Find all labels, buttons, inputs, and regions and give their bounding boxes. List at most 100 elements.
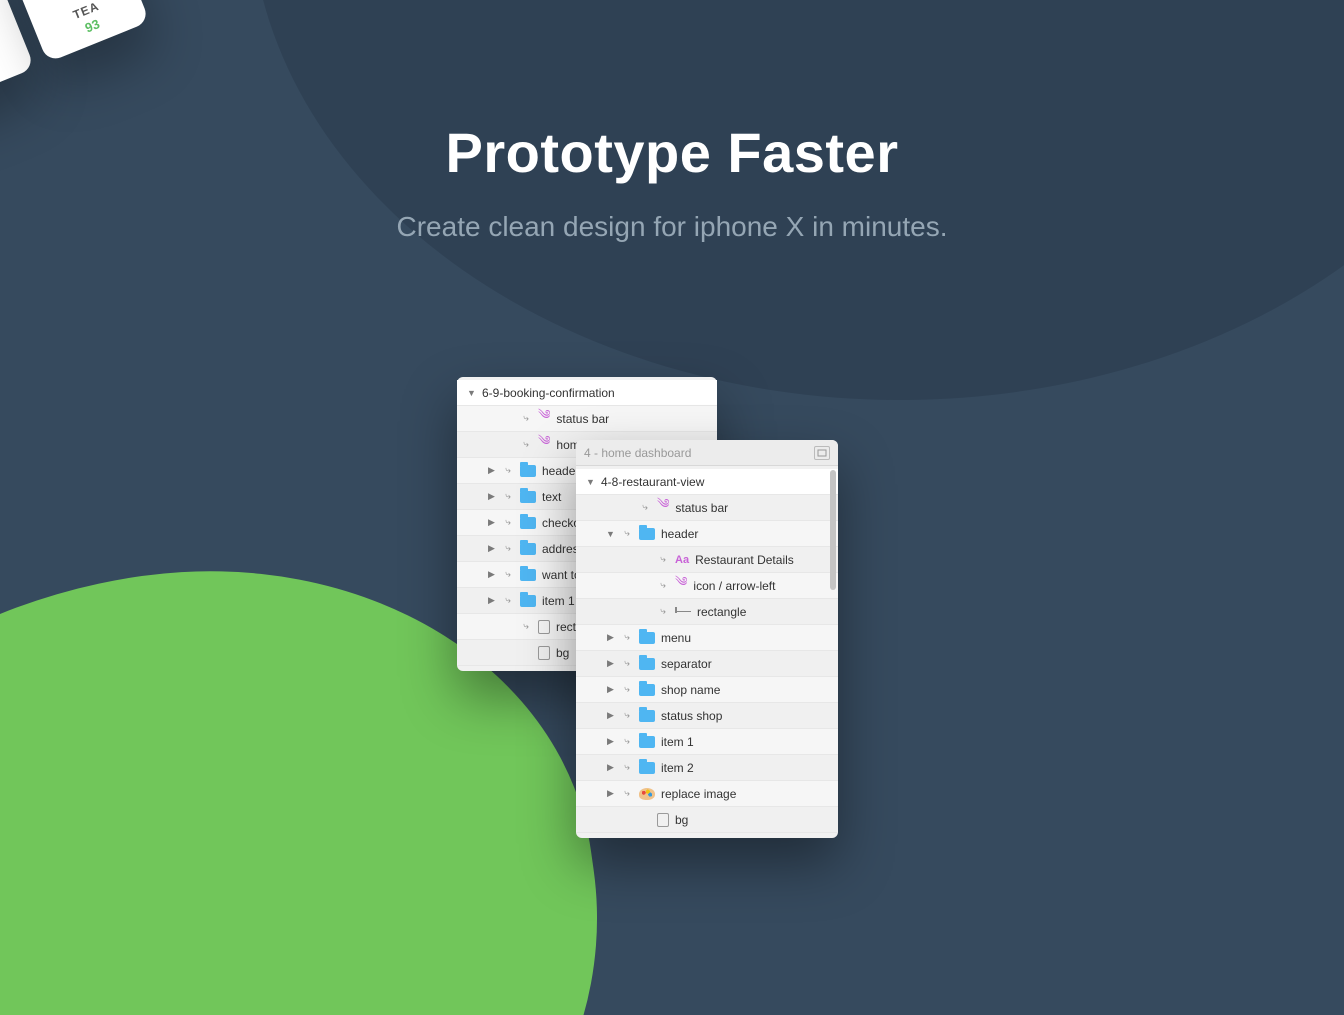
override-icon: ⤷ (502, 543, 514, 554)
override-icon: ⤷ (502, 491, 514, 502)
override-icon: ⤷ (520, 439, 532, 450)
text-icon: Aa (675, 554, 689, 566)
override-icon: ⤷ (621, 528, 633, 539)
page-title: Prototype Faster (0, 120, 1344, 185)
override-icon: ⤷ (621, 762, 633, 773)
override-icon: ⤷ (621, 632, 633, 643)
chevron-right-icon[interactable] (606, 684, 615, 695)
rectangle-icon (538, 646, 550, 660)
override-icon: ⤷ (520, 621, 532, 632)
folder-icon (639, 528, 655, 540)
stage: MILL 62 TEA 93 Prototype Faster Create c… (0, 0, 1344, 1015)
layer-label: header (661, 527, 698, 541)
override-icon: ⤷ (621, 710, 633, 721)
symbol-icon: ༄ (675, 567, 687, 604)
layer-label: status shop (661, 709, 722, 723)
layer-label: item 1 (542, 594, 575, 608)
layer-row-root[interactable]: 4-8-restaurant-view (576, 469, 838, 495)
override-icon: ⤷ (502, 465, 514, 476)
layer-row[interactable]: ⤷ header (576, 521, 838, 547)
layer-row[interactable]: ⤷༄icon / arrow-left (576, 573, 838, 599)
folder-icon (639, 762, 655, 774)
layers-panel-b: 4 - home dashboard 4-8-restaurant-view ⤷… (576, 440, 838, 838)
layer-label: shop name (661, 683, 720, 697)
chevron-right-icon[interactable] (606, 710, 615, 721)
layer-label: rectangle (697, 605, 746, 619)
layer-row[interactable]: ⤷༄status bar (576, 495, 838, 521)
panel-titlebar: 4 - home dashboard (576, 440, 838, 466)
layer-label: separator (661, 657, 712, 671)
override-icon: ⤷ (657, 580, 669, 591)
override-icon: ⤷ (502, 595, 514, 606)
scrollbar[interactable] (830, 470, 836, 590)
folder-icon (520, 491, 536, 503)
shape-icon (675, 611, 691, 613)
layer-label: menu (661, 631, 691, 645)
layer-label: Restaurant Details (695, 553, 794, 567)
rectangle-icon (538, 620, 550, 634)
override-icon: ⤷ (621, 658, 633, 669)
layer-label: bg (675, 813, 688, 827)
layer-label: bg (556, 646, 569, 660)
layer-row[interactable]: ⤷item 1 (576, 729, 838, 755)
override-icon: ⤷ (520, 413, 532, 424)
folder-icon (639, 710, 655, 722)
chevron-down-icon[interactable] (586, 477, 595, 487)
layer-row[interactable]: ⤷shop name (576, 677, 838, 703)
chevron-right-icon[interactable] (487, 569, 496, 580)
layer-label: icon / arrow-left (693, 579, 775, 593)
override-icon: ⤷ (621, 788, 633, 799)
folder-icon (520, 465, 536, 477)
folder-icon (639, 632, 655, 644)
folder-icon (639, 658, 655, 670)
layer-row[interactable]: ⤷ status shop (576, 703, 838, 729)
chevron-right-icon[interactable] (606, 762, 615, 773)
layer-label: item 1 (661, 735, 694, 749)
chevron-right-icon[interactable] (606, 736, 615, 747)
folder-icon (520, 517, 536, 529)
layer-row[interactable]: ⤷ replace image (576, 781, 838, 807)
artboard-icon[interactable] (814, 446, 830, 460)
symbol-icon: ༄ (538, 426, 550, 463)
chevron-right-icon[interactable] (606, 788, 615, 799)
chevron-right-icon[interactable] (487, 543, 496, 554)
page-subtitle: Create clean design for iphone X in minu… (0, 211, 1344, 243)
layer-label: replace image (661, 787, 736, 801)
override-icon: ⤷ (502, 569, 514, 580)
layer-row[interactable]: ⤷ item 2 (576, 755, 838, 781)
layer-label: status bar (556, 412, 609, 426)
layer-row[interactable]: ⤷ Aa Restaurant Details (576, 547, 838, 573)
card-value: 93 (83, 16, 102, 35)
chevron-down-icon[interactable] (606, 529, 615, 539)
override-icon: ⤷ (639, 502, 651, 513)
chevron-right-icon[interactable] (606, 658, 615, 669)
chevron-right-icon[interactable] (606, 632, 615, 643)
override-icon: ⤷ (657, 606, 669, 617)
chevron-right-icon[interactable] (487, 595, 496, 606)
folder-icon (639, 736, 655, 748)
layer-label: status bar (675, 501, 728, 515)
heading: Prototype Faster Create clean design for… (0, 120, 1344, 243)
layer-row-root[interactable]: 6-9-booking-confirmation (457, 380, 717, 406)
layer-row[interactable]: ⤷ rectangle (576, 599, 838, 625)
chevron-down-icon[interactable] (467, 388, 476, 398)
rectangle-icon (657, 813, 669, 827)
layer-label: text (542, 490, 561, 504)
layer-row[interactable]: ⤷ menu (576, 625, 838, 651)
image-icon (639, 788, 655, 800)
layer-row[interactable]: ⤷ separator (576, 651, 838, 677)
chevron-right-icon[interactable] (487, 465, 496, 476)
folder-icon (639, 684, 655, 696)
symbol-icon: ༄ (657, 489, 669, 526)
layer-row[interactable]: ⤷༄status bar (457, 406, 717, 432)
folder-icon (520, 543, 536, 555)
override-icon: ⤷ (657, 554, 669, 565)
layer-label: item 2 (661, 761, 694, 775)
layer-row[interactable]: bg (576, 807, 838, 833)
folder-icon (520, 569, 536, 581)
folder-icon (520, 595, 536, 607)
layer-label: 4-8-restaurant-view (601, 475, 704, 489)
chevron-right-icon[interactable] (487, 517, 496, 528)
preview-cards: MILL 62 TEA 93 (0, 0, 150, 109)
chevron-right-icon[interactable] (487, 491, 496, 502)
